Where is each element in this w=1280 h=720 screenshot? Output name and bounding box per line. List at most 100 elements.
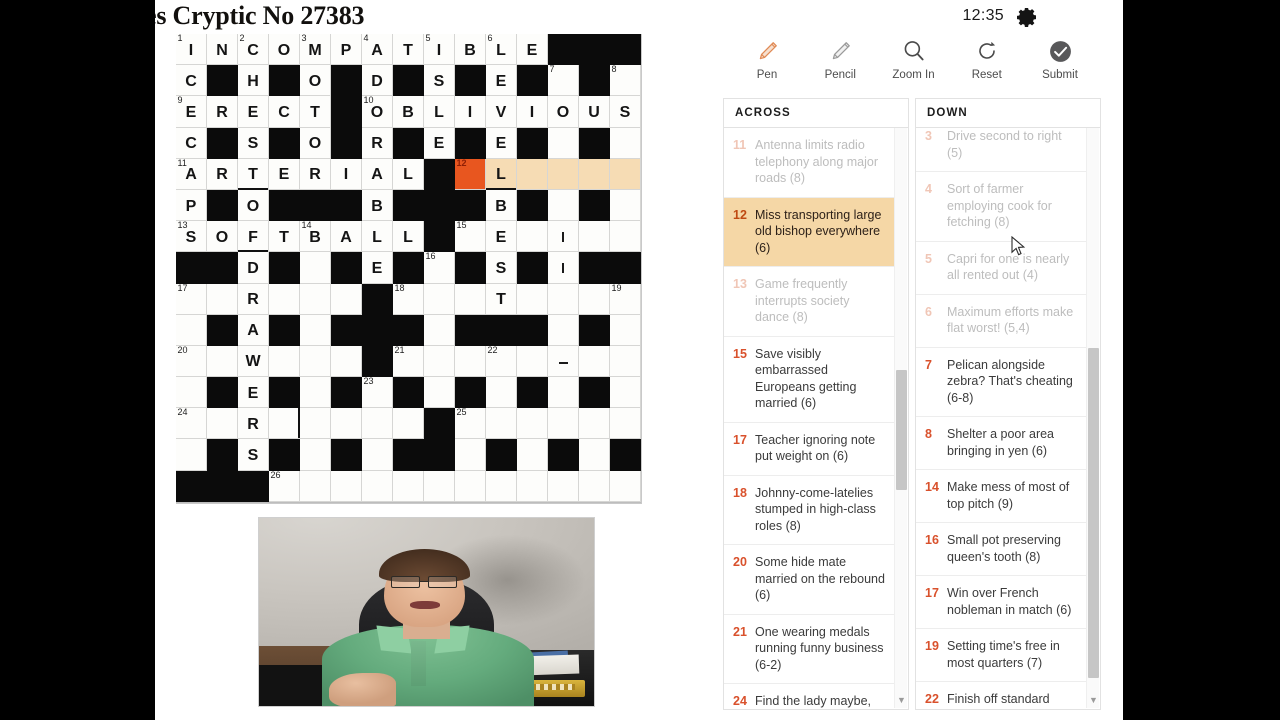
- clue-item[interactable]: 12 Miss transporting large old bishop eve…: [724, 197, 894, 267]
- grid-cell[interactable]: 5I: [424, 33, 455, 66]
- grid-cell[interactable]: [610, 377, 641, 409]
- grid-cell[interactable]: P: [176, 189, 207, 222]
- grid-cell[interactable]: 6L: [486, 33, 517, 66]
- grid-cell[interactable]: 13 S: [176, 220, 207, 253]
- grid-cell[interactable]: [517, 408, 548, 440]
- grid-cell[interactable]: [548, 158, 579, 190]
- grid-cell[interactable]: B: [362, 189, 393, 222]
- grid-cell[interactable]: [176, 314, 207, 346]
- clue-item[interactable]: 22 Finish off standard musical work (5): [916, 682, 1086, 709]
- grid-cell[interactable]: O: [269, 34, 300, 66]
- grid-cell[interactable]: A: [238, 314, 269, 346]
- grid-cell[interactable]: [486, 377, 517, 409]
- grid-cell[interactable]: T: [486, 283, 517, 315]
- grid-cell[interactable]: [517, 439, 548, 471]
- grid-cell[interactable]: [300, 252, 331, 284]
- grid-cell[interactable]: P: [331, 34, 362, 66]
- grid-cell[interactable]: [362, 408, 393, 440]
- grid-cell[interactable]: [610, 470, 641, 502]
- grid-cell[interactable]: [424, 377, 455, 409]
- gear-icon[interactable]: [1015, 5, 1039, 29]
- across-scrollbar[interactable]: ▼: [894, 128, 907, 708]
- grid-cell[interactable]: 12: [455, 158, 486, 190]
- grid-cell[interactable]: 8: [610, 64, 641, 97]
- clue-item[interactable]: 19 Setting time's free in most quarters (…: [916, 629, 1086, 682]
- grid-cell[interactable]: [207, 408, 238, 440]
- grid-cell[interactable]: O: [238, 189, 269, 222]
- grid-cell[interactable]: [424, 314, 455, 346]
- grid-cell[interactable]: T: [393, 34, 424, 66]
- grid-cell[interactable]: [300, 470, 331, 502]
- grid-cell[interactable]: 21: [393, 345, 424, 378]
- grid-cell[interactable]: T: [269, 221, 300, 253]
- grid-cell[interactable]: 19: [610, 283, 641, 315]
- grid-cell[interactable]: [300, 377, 331, 409]
- tool-pen[interactable]: Pen: [735, 34, 799, 81]
- grid-cell[interactable]: [331, 408, 362, 440]
- grid-cell[interactable]: [331, 470, 362, 502]
- grid-cell[interactable]: [269, 345, 300, 378]
- grid-cell[interactable]: 15: [455, 220, 486, 253]
- grid-cell[interactable]: [579, 221, 610, 253]
- grid-cell[interactable]: [269, 283, 300, 315]
- grid-cell[interactable]: [300, 439, 331, 471]
- grid-cell[interactable]: S: [486, 252, 517, 284]
- grid-cell[interactable]: [548, 189, 579, 222]
- grid-cell[interactable]: E: [517, 34, 548, 66]
- grid-cell[interactable]: [393, 470, 424, 502]
- grid-cell[interactable]: [517, 345, 548, 378]
- grid-cell[interactable]: O: [300, 65, 331, 97]
- clue-item[interactable]: 13 Game frequently interrupts society dan…: [724, 267, 894, 337]
- grid-cell[interactable]: [393, 408, 424, 440]
- grid-cell[interactable]: W: [238, 345, 269, 378]
- grid-cell[interactable]: L: [486, 158, 517, 191]
- grid-cell[interactable]: C: [269, 96, 300, 128]
- grid-cell[interactable]: [548, 283, 579, 315]
- grid-cell[interactable]: R: [207, 158, 238, 190]
- grid-cell[interactable]: O: [300, 127, 331, 159]
- grid-cell[interactable]: R: [238, 408, 269, 440]
- grid-cell[interactable]: O: [207, 221, 238, 253]
- grid-cell[interactable]: [486, 408, 517, 440]
- clue-item[interactable]: 16 Small pot preserving queen's tooth (8): [916, 523, 1086, 576]
- grid-cell[interactable]: [610, 158, 641, 190]
- grid-cell[interactable]: [331, 283, 362, 315]
- grid-cell[interactable]: S: [238, 127, 269, 159]
- grid-cell[interactable]: [579, 345, 610, 378]
- grid-cell[interactable]: 9E: [176, 95, 207, 128]
- grid-cell[interactable]: 24: [176, 407, 207, 440]
- clue-item[interactable]: 15 Save visibly embarrassed Europeans get…: [724, 337, 894, 423]
- across-scroll-down-icon[interactable]: ▼: [897, 696, 906, 705]
- clue-item[interactable]: 24 Find the lady maybe, daughter hiding i…: [724, 684, 894, 709]
- grid-cell[interactable]: B: [393, 96, 424, 128]
- down-scrollbar-thumb[interactable]: [1088, 348, 1099, 678]
- grid-cell[interactable]: [176, 377, 207, 409]
- grid-cell[interactable]: 20: [176, 345, 207, 378]
- grid-cell[interactable]: S: [424, 65, 455, 97]
- grid-cell[interactable]: I: [455, 96, 486, 128]
- grid-cell[interactable]: R: [362, 127, 393, 159]
- clue-item[interactable]: 20 Some hide mate married on the rebound …: [724, 545, 894, 615]
- grid-cell[interactable]: D: [238, 252, 269, 284]
- grid-cell[interactable]: [548, 377, 579, 409]
- grid-cell[interactable]: [424, 470, 455, 502]
- grid-cell[interactable]: H: [238, 65, 269, 97]
- grid-cell[interactable]: [424, 283, 455, 315]
- grid-cell[interactable]: I: [517, 96, 548, 128]
- clue-item[interactable]: 6 Maximum efforts make flat worst! (5,4): [916, 295, 1086, 348]
- grid-cell[interactable]: 25: [455, 407, 486, 440]
- grid-cell[interactable]: E: [424, 127, 455, 159]
- clue-item[interactable]: 17 Win over French nobleman in match (6): [916, 576, 1086, 629]
- grid-cell[interactable]: [548, 345, 579, 378]
- grid-cell[interactable]: [579, 158, 610, 190]
- grid-cell[interactable]: [176, 439, 207, 471]
- grid-cell[interactable]: S: [610, 96, 641, 128]
- grid-cell[interactable]: [517, 221, 548, 253]
- grid-cell[interactable]: F: [238, 221, 269, 253]
- grid-cell[interactable]: [207, 283, 238, 315]
- grid-cell[interactable]: 22: [486, 345, 517, 378]
- grid-cell[interactable]: 11 A: [176, 158, 207, 190]
- grid-cell[interactable]: L: [393, 158, 424, 190]
- grid-cell[interactable]: [300, 283, 331, 315]
- grid-cell[interactable]: R: [207, 96, 238, 128]
